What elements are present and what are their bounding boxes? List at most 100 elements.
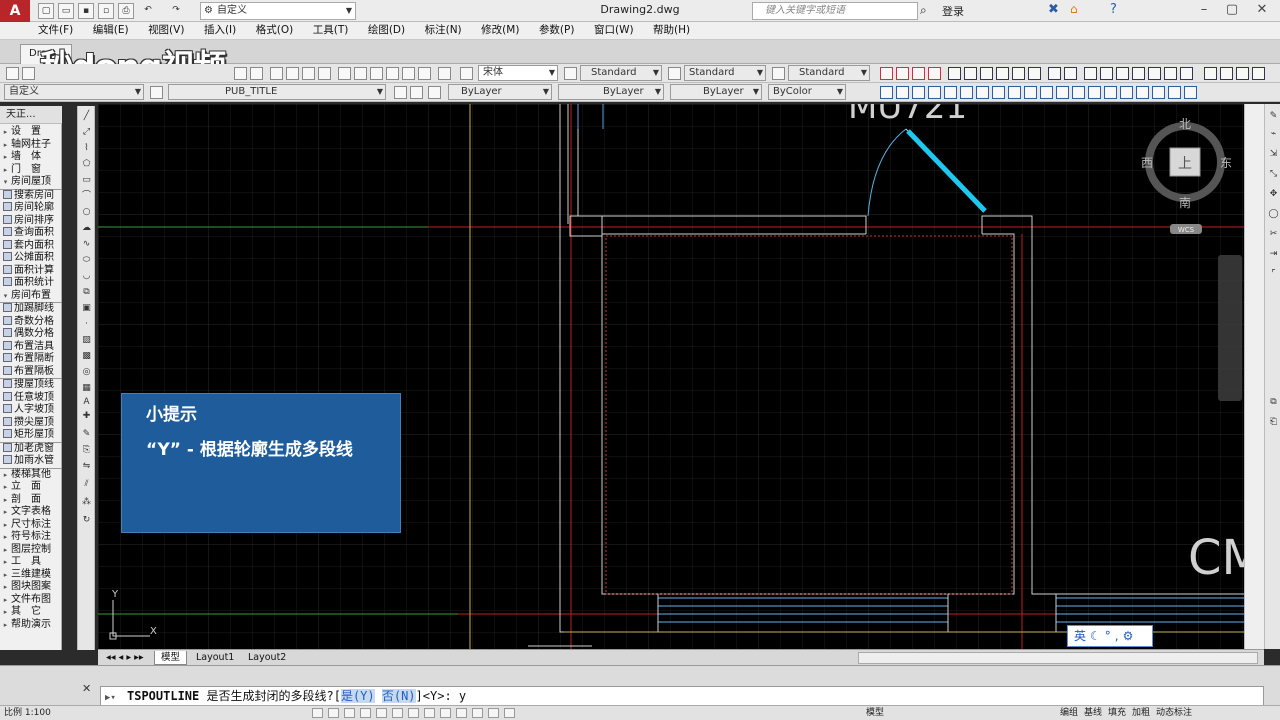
panel-item[interactable]: 布置隔板 (0, 365, 62, 379)
drawing-canvas[interactable]: MU721 CM 上 北 南 东 西 WCS Y X (98, 104, 1244, 649)
text-a-icon[interactable] (1152, 86, 1165, 99)
panel-item[interactable]: ▸ 剖 面 (0, 494, 62, 507)
panel-item[interactable]: 房间排序 (0, 214, 62, 228)
annotation-monitor-icon[interactable] (504, 708, 515, 718)
panel-item[interactable]: ▸ 帮助演示 (0, 619, 62, 632)
text-tool-icon[interactable] (1040, 86, 1053, 99)
panel-item[interactable]: 套内面积 (0, 239, 62, 253)
dimension-space-icon[interactable] (1116, 67, 1129, 80)
continue-dimension-icon[interactable] (1028, 67, 1041, 80)
snap-icon[interactable] (312, 708, 323, 718)
column-tool-icon[interactable] (912, 86, 925, 99)
panel-item[interactable]: ▸ 设 置 (0, 126, 62, 139)
table-style-icon[interactable] (772, 67, 785, 80)
menu-modify[interactable]: 修改(M) (473, 22, 527, 39)
binoculars-icon[interactable]: ⌕ (920, 3, 927, 18)
crosshair-icon[interactable] (1168, 86, 1181, 99)
ducs-icon[interactable] (408, 708, 419, 718)
color-select[interactable]: ByLayer ▼ (448, 84, 552, 100)
dimension-break-icon[interactable] (1100, 67, 1113, 80)
make-block-icon[interactable]: ▣ (80, 302, 93, 315)
lineweight-icon[interactable] (440, 708, 451, 718)
panel-item[interactable]: ▸ 文件布图 (0, 594, 62, 607)
leader-icon[interactable] (1048, 67, 1061, 80)
markup-icon[interactable] (402, 67, 415, 80)
panel-item[interactable]: 奇数分格 (0, 315, 62, 329)
status-dynamic-dim[interactable]: 动态标注 (1156, 706, 1192, 720)
panel-item[interactable]: 公摊面积 (0, 252, 62, 265)
text-style-select[interactable]: Standard ▼ (580, 65, 662, 81)
dimension-aligned-icon[interactable] (896, 67, 909, 80)
font-select[interactable]: 宋体 ▼ (478, 65, 558, 81)
workspace-select[interactable]: ⚙ 自定义 ▼ (200, 2, 356, 20)
dim-style-select[interactable]: Standard ▼ (684, 65, 766, 81)
elevation-tool-icon[interactable] (1120, 86, 1133, 99)
fillet-icon[interactable]: ⌜ (1267, 268, 1280, 281)
copy-clip-icon[interactable]: ⧉ (1267, 396, 1280, 409)
wall-tool-icon[interactable] (896, 86, 909, 99)
circle-icon[interactable]: ○ (80, 206, 93, 219)
move-object-icon[interactable]: ✥ (1267, 188, 1280, 201)
panel-item[interactable]: ▸ 三维建模 (0, 569, 62, 582)
grid-tool-icon[interactable] (1008, 86, 1021, 99)
panel-item[interactable]: ▸ 墙 体 (0, 151, 62, 164)
menu-insert[interactable]: 插入(I) (196, 22, 244, 39)
3d-tool-icon[interactable] (1136, 86, 1149, 99)
ime-toolbar[interactable]: 英☾°,⚙ (1067, 625, 1153, 647)
layer-select[interactable]: PUB_TITLE ▼ (168, 84, 386, 100)
door-tool-icon[interactable] (928, 86, 941, 99)
status-group[interactable]: 编组 (1060, 706, 1078, 720)
panel-item[interactable]: 布置隔断 (0, 353, 62, 366)
quick-properties-icon[interactable] (472, 708, 483, 718)
undo-icon[interactable]: ↶ (140, 3, 156, 19)
ellipse-icon[interactable]: ⬭ (80, 254, 93, 267)
revision-cloud-icon[interactable]: ☁ (80, 222, 93, 235)
spline-icon[interactable]: ∿ (80, 238, 93, 251)
table-tool-icon[interactable] (1056, 86, 1069, 99)
panel-item[interactable]: 加老虎窗 (0, 442, 62, 456)
open-icon[interactable]: ▭ (58, 3, 74, 19)
panel-item[interactable]: ▸ 图层控制 (0, 544, 62, 557)
dimension-ordinate-icon[interactable] (928, 67, 941, 80)
menu-window[interactable]: 窗口(W) (586, 22, 642, 39)
offset-icon[interactable]: ⫽ (80, 478, 93, 491)
stretch-icon[interactable]: ⇲ (1267, 148, 1280, 161)
move-icon[interactable] (1236, 67, 1249, 80)
dyn-icon[interactable] (424, 708, 435, 718)
tab-layout1[interactable]: Layout1 (190, 651, 240, 665)
panel-item[interactable]: ▸ 尺寸标注 (0, 519, 62, 532)
mirror-icon[interactable]: ⇋ (80, 460, 93, 473)
dimension-arc-icon[interactable] (912, 67, 925, 80)
menu-file[interactable]: 文件(F) (30, 22, 81, 39)
moon-icon[interactable]: ☾ (1090, 629, 1105, 643)
section-tool-icon[interactable] (1024, 86, 1037, 99)
zoom-previous-icon[interactable] (318, 67, 331, 80)
search-input[interactable]: 键入关键字或短语 (752, 2, 918, 20)
stair-tool-icon[interactable] (960, 86, 973, 99)
multiline-text-icon[interactable]: A (80, 396, 93, 409)
tab-nav-arrows[interactable]: ◂◂ ◂ ▸ ▸▸ (100, 651, 150, 665)
panel-item[interactable]: 偶数分格 (0, 328, 62, 341)
menu-format[interactable]: 格式(O) (248, 22, 301, 39)
copy-icon[interactable] (1252, 67, 1265, 80)
tab-model[interactable]: 模型 (154, 651, 188, 665)
array-icon[interactable]: ⁂ (80, 496, 93, 509)
dimension-text-edit-icon[interactable] (1180, 67, 1193, 80)
dim-style-icon[interactable] (668, 67, 681, 80)
make-current-layer-icon[interactable] (394, 86, 407, 99)
panel-item[interactable]: 人字坡顶 (0, 404, 62, 417)
symbol-tool-icon[interactable] (1072, 86, 1085, 99)
ortho-icon[interactable] (344, 708, 355, 718)
erase-icon[interactable]: ✎ (80, 428, 93, 441)
pencil-icon[interactable]: ✎ (1267, 110, 1280, 123)
close-icon[interactable]: ✕ (82, 682, 91, 695)
inspect-icon[interactable] (1132, 67, 1145, 80)
plot-style-select[interactable]: ByColor ▼ (768, 84, 846, 100)
option-yes[interactable]: 是(Y) (340, 689, 375, 703)
region-icon[interactable]: ◎ (80, 366, 93, 379)
settings-icon[interactable]: ⚙ (1123, 629, 1138, 643)
option-no[interactable]: 否(N) (381, 689, 416, 703)
scale-icon[interactable]: ⤡ (1267, 168, 1280, 181)
paste-icon[interactable]: ⎗ (1267, 416, 1280, 429)
table-icon[interactable]: ▦ (80, 382, 93, 395)
